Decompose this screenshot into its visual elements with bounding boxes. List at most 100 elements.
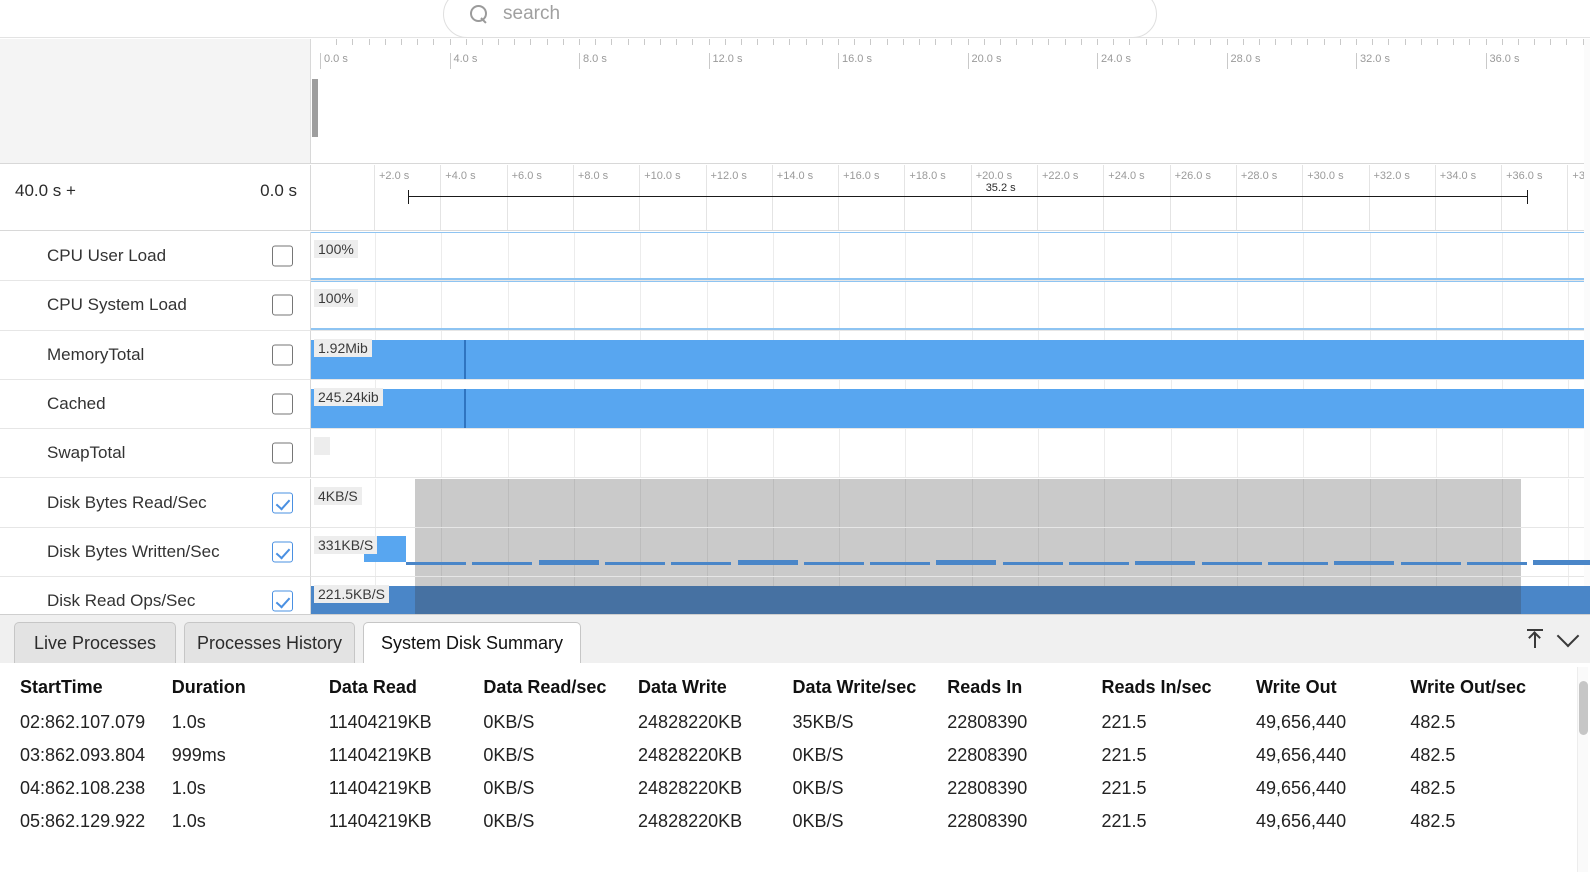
write-rate-bar — [1400, 562, 1461, 566]
track-checkbox[interactable] — [272, 590, 293, 612]
track-checkbox[interactable] — [272, 294, 293, 316]
chevron-down-icon[interactable] — [1556, 624, 1580, 648]
scrollbar-thumb[interactable] — [1579, 681, 1588, 735]
table-column-header[interactable]: Write Out — [1256, 663, 1410, 706]
overview-minor-tick — [400, 39, 402, 45]
export-icon[interactable] — [1526, 629, 1544, 649]
range-ruler-cell[interactable]: +16.0 s — [838, 165, 904, 230]
range-ruler-cell[interactable]: +4.0 s — [440, 165, 506, 230]
range-ruler-cell[interactable]: +36.0 s — [1501, 165, 1567, 230]
overview-minor-tick — [692, 39, 694, 45]
plot-gridline — [1236, 429, 1238, 478]
overview-minor-tick — [708, 39, 710, 45]
track-checkbox[interactable] — [272, 492, 293, 514]
track-checkbox[interactable] — [272, 442, 293, 464]
selection-end-handle[interactable] — [1527, 190, 1528, 204]
overview-minor-tick — [1080, 39, 1082, 45]
selection-start-handle[interactable] — [408, 190, 409, 204]
overview-minor-tick — [1032, 39, 1034, 45]
track-plot[interactable]: 221.5KB/S — [311, 577, 1590, 614]
range-ruler-cell[interactable]: +12.0 s — [705, 165, 772, 230]
track-plot[interactable]: 4KB/S — [311, 478, 1590, 528]
range-ruler-cell[interactable]: +20.0 s 35.2 s — [970, 165, 1037, 230]
track-label-cached[interactable]: Cached — [0, 379, 311, 430]
time-selection-overlay[interactable] — [415, 478, 1521, 527]
tab-processes-history[interactable]: Processes History — [184, 622, 355, 663]
track-label-cpu-user-load[interactable]: CPU User Load — [0, 232, 311, 282]
table-column-header[interactable]: Data Write — [638, 663, 792, 706]
time-selection-overlay[interactable] — [415, 527, 1521, 577]
range-ruler-cell[interactable]: +6.0 s — [506, 165, 573, 230]
overview-minor-tick — [676, 39, 678, 45]
table-cell: 49,656,440 — [1256, 811, 1347, 831]
range-ruler-cell[interactable]: +22.0 s — [1037, 165, 1103, 230]
track-label-memorytotal[interactable]: MemoryTotal — [0, 330, 311, 380]
selection-span-bar[interactable] — [408, 196, 1527, 197]
table-cell: 0KB/S — [792, 778, 844, 798]
track-plot[interactable]: 100% — [311, 281, 1590, 331]
track-plot[interactable]: 331KB/S — [311, 527, 1590, 578]
table-header-row: StartTime Duration Data Read Data Read/sec D… — [0, 663, 1570, 706]
table-row[interactable]: 03:862.093.804 999ms 11404219KB 0KB/S 248282… — [0, 739, 1570, 772]
range-ruler-cell[interactable]: +26.0 s — [1169, 165, 1236, 230]
track-label-disk-read-ops-sec[interactable]: Disk Read Ops/Sec — [0, 577, 311, 614]
range-ruler-cell[interactable]: +34.0 s — [1434, 165, 1501, 230]
overview-minor-tick — [336, 39, 338, 45]
table-column-header[interactable]: Data Write/sec — [793, 663, 948, 706]
table-cell: 221.5 — [1101, 712, 1147, 732]
range-ruler-cell[interactable]: +10.0 s — [639, 165, 705, 230]
table-cell: 0KB/S — [483, 778, 535, 798]
range-ruler-cell[interactable]: +30.0 s — [1302, 165, 1368, 230]
plot-gridline — [1369, 429, 1371, 478]
overview-timeline-ruler[interactable]: 0.0 s 4.0 s 8.0 s 12.0 s 16.0 s 20.0 s 24.0 s 2… — [311, 39, 1590, 164]
tab-live-processes[interactable]: Live Processes — [14, 622, 176, 663]
track-checkbox[interactable] — [272, 541, 293, 563]
tab-strip: Live Processes Processes History System Di… — [0, 615, 1590, 663]
table-row[interactable]: 05:862.129.922 1.0s 11404219KB 0KB/S 2482822… — [0, 805, 1570, 838]
range-ruler-cell[interactable]: +32.0 s — [1368, 165, 1435, 230]
table-column-header[interactable]: Reads In/sec — [1101, 663, 1256, 706]
table-column-header[interactable]: Data Read/sec — [483, 663, 638, 706]
overview-range-handle[interactable] — [312, 79, 318, 137]
search-input[interactable]: search — [443, 0, 1157, 38]
track-checkbox[interactable] — [272, 245, 293, 267]
track-label-disk-bytes-written-sec[interactable]: Disk Bytes Written/Sec — [0, 527, 311, 578]
table-column-header[interactable]: Duration — [172, 663, 329, 706]
range-ruler-cell[interactable]: +18.0 s — [904, 165, 970, 230]
overview-minor-tick — [595, 39, 597, 45]
range-ruler-cell[interactable]: +24.0 s — [1103, 165, 1169, 230]
range-ruler-cell-label: +14.0 s — [776, 170, 814, 182]
range-timeline-ruler[interactable]: +2.0 s +4.0 s +6.0 s +8.0 s +10.0 s +12.0 s +1… — [311, 165, 1590, 231]
plot-gridline — [1303, 429, 1305, 478]
track-plot[interactable]: 245.24kib — [311, 379, 1590, 430]
metric-track: CPU System Load 100% — [0, 281, 1590, 331]
track-checkbox[interactable] — [272, 344, 293, 366]
tracks-vertical-scrollbar[interactable] — [1584, 39, 1590, 614]
overview-minor-tick — [530, 39, 532, 45]
range-ruler-cell-label: +36.0 s — [1506, 170, 1543, 182]
track-label-swaptotal[interactable]: SwapTotal — [0, 429, 311, 479]
time-selection-overlay[interactable] — [415, 577, 1521, 614]
track-plot[interactable]: 100% — [311, 232, 1590, 282]
table-row[interactable]: 04:862.108.238 1.0s 11404219KB 0KB/S 2482822… — [0, 772, 1570, 805]
table-column-header[interactable]: Reads In — [947, 663, 1101, 706]
tab-system-disk-summary[interactable]: System Disk Summary — [363, 622, 581, 663]
table-cell: 22808390 — [947, 745, 1028, 765]
overview-tick-label: 12.0 s — [712, 53, 743, 65]
range-ruler-cell[interactable]: +8.0 s — [572, 165, 639, 230]
track-checkbox[interactable] — [272, 393, 293, 415]
table-column-header[interactable]: Data Read — [329, 663, 483, 706]
track-plot[interactable] — [311, 429, 1590, 479]
track-plot[interactable]: 1.92Mib — [311, 330, 1590, 380]
range-ruler-cell[interactable]: +14.0 s — [771, 165, 838, 230]
write-rate-bar — [1334, 560, 1395, 566]
table-row[interactable]: 02:862.107.079 1.0s 11404219KB 0KB/S 2482822… — [0, 706, 1570, 739]
plot-gridline — [1435, 429, 1437, 478]
table-column-header[interactable]: StartTime — [0, 663, 172, 706]
track-label-disk-bytes-read-sec[interactable]: Disk Bytes Read/Sec — [0, 478, 311, 528]
track-label-cpu-system-load[interactable]: CPU System Load — [0, 281, 311, 331]
overview-minor-tick — [918, 39, 920, 45]
table-column-header[interactable]: Write Out/sec — [1410, 663, 1570, 706]
range-ruler-cell[interactable]: +28.0 s — [1235, 165, 1302, 230]
table-vertical-scrollbar[interactable] — [1577, 667, 1588, 872]
